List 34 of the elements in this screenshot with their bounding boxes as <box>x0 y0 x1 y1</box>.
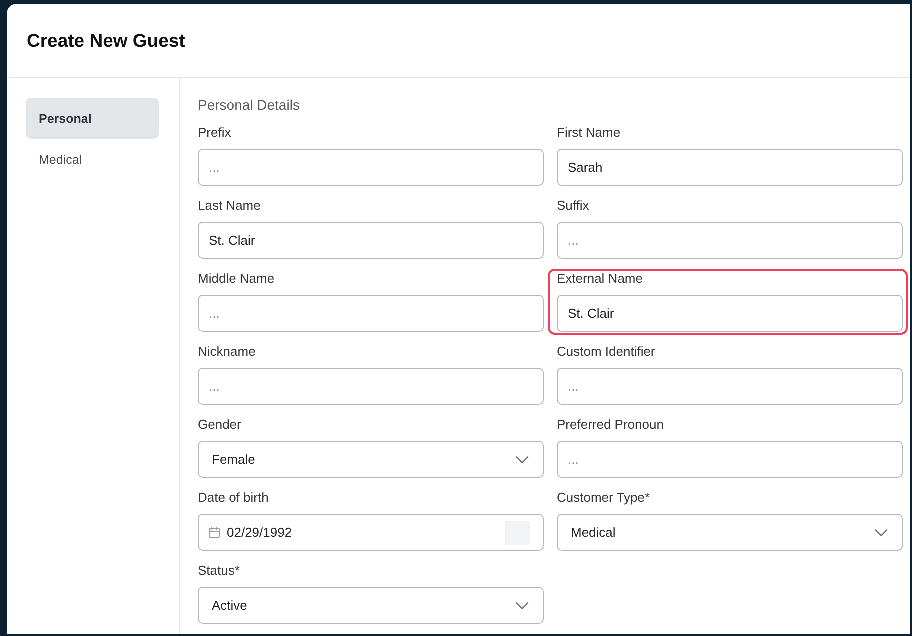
section-title: Personal Details <box>198 97 300 113</box>
text-input[interactable]: ... <box>557 222 903 259</box>
text-input[interactable]: ... <box>198 295 544 332</box>
field-label: Status* <box>198 563 240 579</box>
chevron-down-icon <box>516 456 529 464</box>
text-input[interactable]: ... <box>198 368 544 405</box>
field-label: Suffix <box>557 198 590 214</box>
field-label: Custom Identifier <box>557 344 656 360</box>
text-input[interactable]: Sarah <box>557 149 903 186</box>
chevron-down-icon <box>875 528 888 536</box>
field-label: Gender <box>198 417 242 433</box>
field-label: Customer Type* <box>557 490 650 506</box>
field-label: Preferred Pronoun <box>557 417 664 433</box>
field-label: Nickname <box>198 344 256 360</box>
field-label: Prefix <box>198 125 232 141</box>
field-label: First Name <box>557 125 621 141</box>
field-label: Date of birth <box>198 490 269 506</box>
dropdown[interactable]: Medical <box>557 514 903 551</box>
sidebar-tab[interactable]: Personal <box>26 98 159 139</box>
text-input[interactable]: St. Clair <box>557 295 903 332</box>
field-label: Middle Name <box>198 271 275 287</box>
field-label: Last Name <box>198 198 261 214</box>
dropdown[interactable]: Active <box>198 587 544 624</box>
sidebar-tab[interactable]: Medical <box>26 139 159 180</box>
text-input[interactable]: ... <box>198 149 544 186</box>
date-input[interactable]: 02/29/1992 <box>198 514 544 551</box>
calendar-icon <box>209 527 220 538</box>
dialog-title: Create New Guest <box>27 30 186 52</box>
field-label: External Name <box>557 271 643 287</box>
text-input[interactable]: ... <box>557 441 903 478</box>
text-input[interactable]: ... <box>557 368 903 405</box>
text-input[interactable]: St. Clair <box>198 222 544 259</box>
dropdown[interactable]: Female <box>198 441 544 478</box>
chevron-down-icon <box>516 602 529 610</box>
